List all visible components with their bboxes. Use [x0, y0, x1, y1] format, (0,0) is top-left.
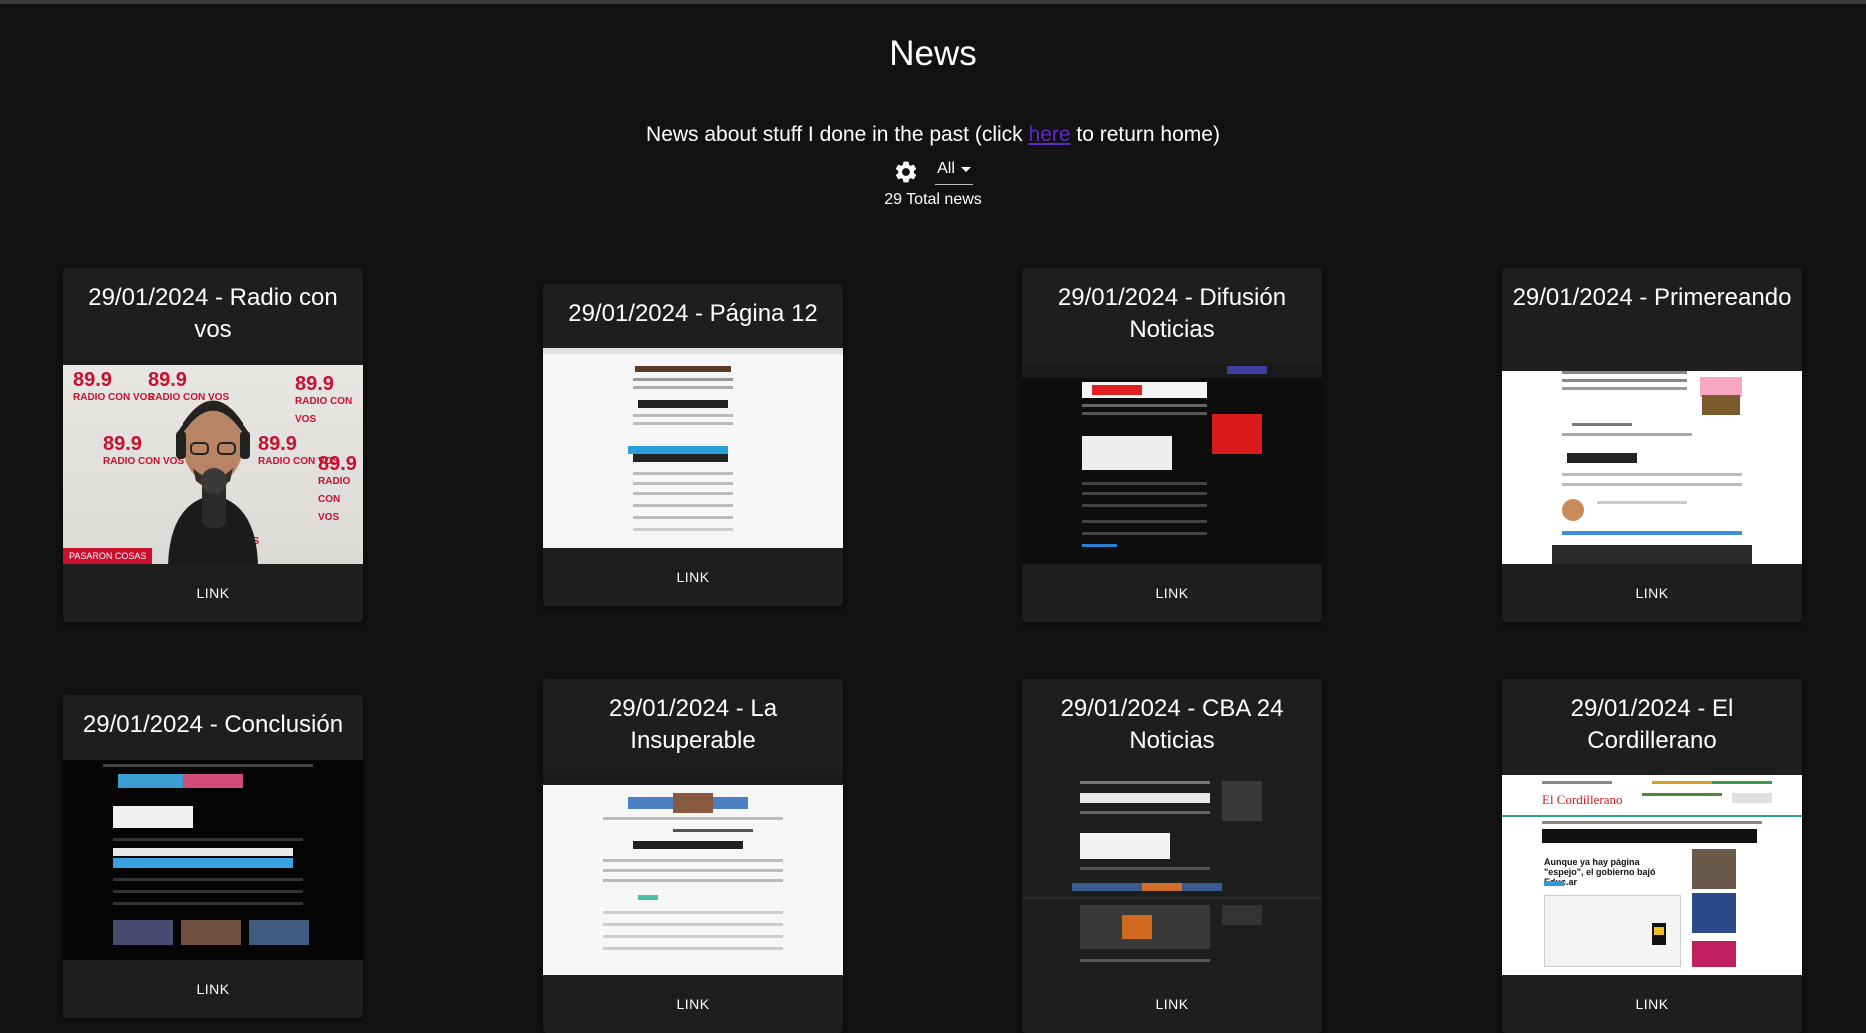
radio-logo-name: RADIO CON VOS [318, 476, 351, 523]
filter-controls: All [0, 158, 1866, 185]
news-card-thumbnail[interactable] [543, 775, 843, 975]
news-card-title: 29/01/2024 - Página 12 [568, 300, 818, 327]
news-card-link[interactable]: LINK [1502, 564, 1802, 622]
total-news-count: 29 Total news [884, 191, 982, 208]
news-card: 29/01/2024 - La Insuperable LINK [543, 679, 843, 1033]
subtitle-text-after: to return home) [1070, 123, 1220, 146]
news-card: 29/01/2024 - El Cordillerano El Cordille… [1502, 679, 1802, 1033]
news-card-link[interactable]: LINK [1022, 564, 1322, 622]
interviewee-photo [168, 400, 258, 565]
return-home-link[interactable]: here [1029, 123, 1071, 146]
news-card-thumbnail[interactable] [63, 760, 363, 960]
news-card-link[interactable]: LINK [63, 564, 363, 622]
news-card-title: 29/01/2024 - El Cordillerano [1570, 695, 1734, 754]
news-card-title: 29/01/2024 - Primereando [1512, 284, 1792, 311]
news-card: 29/01/2024 - Difusión Noticias LINK [1022, 268, 1322, 622]
news-card: 29/01/2024 - Primereando LINK [1502, 268, 1802, 622]
radio-logo: 89.9RADIO CON VOS [318, 453, 363, 527]
radio-logo-frequency: 89.9 [103, 433, 142, 455]
category-filter-value: All [937, 160, 955, 177]
page-subtitle: News about stuff I done in the past (cli… [0, 123, 1866, 147]
news-card-title: 29/01/2024 - Radio con vos [88, 284, 338, 343]
news-card-title: 29/01/2024 - Difusión Noticias [1057, 284, 1287, 343]
news-card-link[interactable]: LINK [63, 960, 363, 1018]
subtitle-text-before: News about stuff I done in the past (cli… [646, 123, 1029, 146]
radio-logo: 89.9RADIO CON VOS [295, 373, 363, 429]
news-card-thumbnail[interactable] [1022, 364, 1322, 564]
news-card-thumbnail[interactable]: El Cordillerano Aunque ya hay página "es… [1502, 775, 1802, 975]
radio-logo-name: RADIO CON VOS [73, 392, 155, 403]
top-bar [0, 0, 1866, 4]
radio-logo-name: RADIO CON VOS [295, 396, 353, 425]
news-card-title: 29/01/2024 - Conclusión [82, 711, 344, 738]
radio-logo-frequency: 89.9 [318, 453, 357, 475]
news-card: 29/01/2024 - Radio con vos 89.9 RADIO CON… [63, 268, 363, 622]
radio-logo: 89.9RADIO CON VOS [73, 369, 155, 407]
show-name-tag: PASARON COSAS [63, 548, 153, 564]
news-card-title: 29/01/2024 - CBA 24 Noticias [1060, 695, 1284, 754]
newspaper-masthead: El Cordillerano [1542, 792, 1623, 807]
article-headline: Aunque ya hay página "espejo", el gobier… [1544, 857, 1656, 887]
news-card-link[interactable]: LINK [1502, 975, 1802, 1033]
radio-logo-frequency: 89.9 [295, 373, 334, 395]
news-card: 29/01/2024 - Página 12 LINK [543, 284, 843, 606]
news-card-title: 29/01/2024 - La Insuperable [608, 695, 778, 754]
gear-icon[interactable] [893, 159, 919, 185]
news-card-thumbnail[interactable] [1022, 775, 1322, 975]
news-card-link[interactable]: LINK [543, 548, 843, 606]
news-card-thumbnail[interactable] [1502, 371, 1802, 564]
caret-down-icon [960, 166, 971, 172]
radio-logo-frequency: 89.9 [73, 369, 112, 391]
page-title: News [889, 34, 977, 73]
news-card-link[interactable]: LINK [543, 975, 843, 1033]
news-card-thumbnail[interactable] [543, 348, 843, 548]
news-card: 29/01/2024 - Conclusión LINK [63, 695, 363, 1018]
news-card-link[interactable]: LINK [1022, 975, 1322, 1033]
news-card: 29/01/2024 - CBA 24 Noticias LINK [1022, 679, 1322, 1033]
news-card-thumbnail[interactable]: 89.9 RADIO CON VOS 89.9 RADIO CON VOS 89.9… [63, 365, 363, 565]
category-filter-select[interactable]: All [935, 158, 973, 185]
